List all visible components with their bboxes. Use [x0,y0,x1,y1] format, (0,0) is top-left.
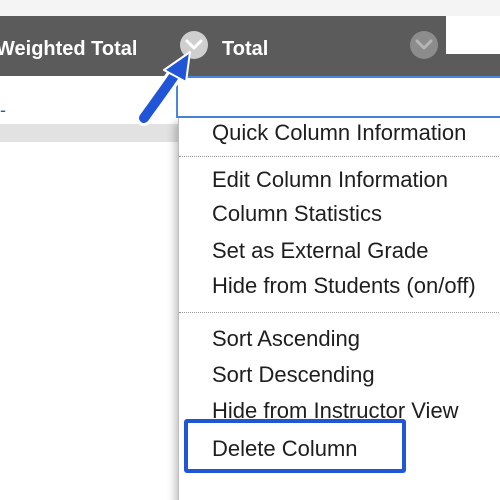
grade-center-stage: Weighted Total Total - Quick Column Info… [0,0,500,500]
menu-item-edit-column-information[interactable]: Edit Column Information [212,167,448,193]
menu-divider [179,312,500,313]
menu-item-quick-column-information[interactable]: Quick Column Information [212,120,466,146]
header-top-strip [0,0,500,16]
column-header-weighted-total[interactable]: Weighted Total [0,38,137,60]
menu-item-column-statistics[interactable]: Column Statistics [212,201,382,227]
menu-item-set-as-external-grade[interactable]: Set as External Grade [212,238,428,264]
menu-item-sort-descending[interactable]: Sort Descending [212,362,375,388]
arrow-icon [136,51,191,126]
menu-item-hide-from-students[interactable]: Hide from Students (on/off) [212,273,476,299]
weighted-total-cell-value: - [0,100,6,120]
delete-column-highlight-box [184,419,406,473]
menu-divider [179,156,500,157]
menu-item-sort-ascending[interactable]: Sort Ascending [212,326,360,352]
header-empty-cell [446,16,500,54]
chevron-down-icon [415,39,433,50]
column-header-total[interactable]: Total [222,38,268,60]
total-column-menu-button[interactable] [410,31,438,59]
total-cell-selected[interactable] [176,76,500,118]
